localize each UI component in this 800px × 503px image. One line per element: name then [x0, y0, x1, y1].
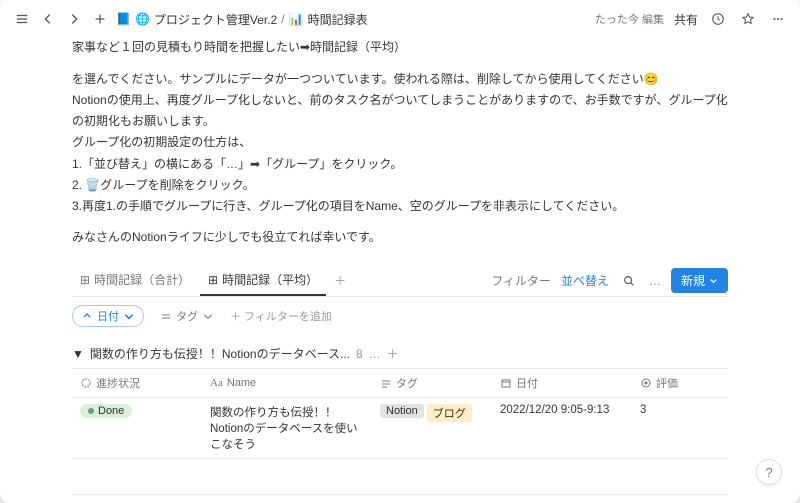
book-icon: 📘 [116, 12, 131, 26]
add-filter-button[interactable]: ＋ フィルターを追加 [230, 308, 332, 324]
help-button[interactable]: ? [756, 459, 782, 485]
col-rating[interactable]: 評価 [632, 369, 692, 397]
group-more-icon[interactable]: … [369, 347, 381, 361]
tab-total[interactable]: ⊞ 時間記録（合計） [72, 265, 198, 296]
forward-icon[interactable] [64, 9, 84, 29]
data-table: 進捗状況 AaName タグ 日付 評価 Done 関数の作り方も伝授！！Not… [72, 368, 728, 503]
add-view-button[interactable]: ＋ [328, 266, 352, 295]
cell-status[interactable]: Done [72, 398, 202, 458]
table-row[interactable]: Done 関数の作り方も伝授！！Notionのデータベースを使いこなそう Not… [72, 398, 728, 459]
col-date[interactable]: 日付 [492, 369, 632, 397]
body-p3: グループ化の初期設定の仕方は、 [72, 132, 728, 152]
body-p4: 1.「並び替え」の横にある「…」➡︎「グループ」をクリック。 [72, 154, 728, 174]
filters-row: 日付 タグ ＋ フィルターを追加 [72, 297, 728, 335]
star-icon[interactable] [738, 9, 758, 29]
body-p5: 2. 🗑️グループを削除をクリック。 [72, 175, 728, 195]
view-tabs: ⊞ 時間記録（合計） ⊞ 時間記録（平均） ＋ フィルター 並べ替え … 新規 [72, 265, 728, 297]
col-name[interactable]: AaName [202, 369, 372, 397]
body-p1: を選んでください。サンプルにデータが一つついています。使われる際は、削除してから… [72, 69, 728, 89]
menu-icon[interactable] [12, 9, 32, 29]
filter-tag-pill[interactable]: タグ [152, 306, 222, 326]
page-subtitle: 家事など１回の見積もり時間を把握したい➡︎時間記録（平均） [72, 38, 728, 55]
new-page-icon[interactable] [90, 9, 110, 29]
body-p6: 3.再度1.の手順でグループに行き、グループ化の項目をName、空のグループを非… [72, 196, 728, 216]
group-count: 8 [356, 347, 363, 361]
edit-status: たった今 編集 [595, 11, 664, 27]
breadcrumb-sep: / [281, 12, 284, 26]
cell-date[interactable]: 2022/12/20 9:05-9:13 [492, 398, 632, 458]
globe-icon: 🌐 [135, 12, 150, 26]
breadcrumb-seg2[interactable]: 時間記録表 [308, 11, 368, 28]
group-title: 関数の作り方も伝授！！Notionのデータベース... [90, 345, 350, 362]
body-p2: Notionの使用上、再度グループ化しないと、前のタスク名がついてしまうことがあ… [72, 90, 728, 131]
breadcrumb-seg1[interactable]: プロジェクト管理Ver.2 [154, 11, 277, 28]
more-icon[interactable] [768, 9, 788, 29]
body-p7: みなさんのNotionライフに少しでも役立てれば幸いです。 [72, 227, 728, 247]
table-row-empty[interactable] [72, 459, 728, 495]
filter-button[interactable]: フィルター [491, 272, 551, 289]
table-icon: ⊞ [80, 273, 90, 287]
search-icon[interactable] [619, 271, 639, 291]
cell-name[interactable]: 関数の作り方も伝授！！Notionのデータベースを使いこなそう [202, 398, 372, 458]
clock-icon[interactable] [708, 9, 728, 29]
more-options-icon[interactable]: … [649, 274, 661, 288]
table-icon: ⊞ [208, 273, 218, 287]
col-status[interactable]: 進捗状況 [72, 369, 202, 397]
cell-rating[interactable]: 3 [632, 398, 692, 458]
filter-date-pill[interactable]: 日付 [72, 305, 144, 327]
group-add-icon[interactable]: ＋ [387, 345, 399, 362]
share-button[interactable]: 共有 [674, 11, 698, 28]
cell-tag[interactable]: Notionブログ [372, 398, 492, 458]
topbar: 📘 🌐 プロジェクト管理Ver.2 / 📊 時間記録表 たった今 編集 共有 [0, 0, 800, 38]
new-button[interactable]: 新規 [671, 268, 728, 293]
tab-average[interactable]: ⊞ 時間記録（平均） [200, 265, 326, 296]
group-header[interactable]: ▼ 関数の作り方も伝授！！Notionのデータベース... 8 … ＋ [72, 335, 728, 368]
breadcrumb[interactable]: 📘 🌐 プロジェクト管理Ver.2 / 📊 時間記録表 [116, 11, 368, 28]
add-row-button[interactable]: ＋ 新規 [72, 495, 728, 503]
chart-icon: 📊 [289, 12, 304, 26]
tab-label: 時間記録（平均） [222, 271, 318, 288]
col-tag[interactable]: タグ [372, 369, 492, 397]
back-icon[interactable] [38, 9, 58, 29]
body-text: を選んでください。サンプルにデータが一つついています。使われる際は、削除してから… [72, 69, 728, 247]
group-toggle-icon[interactable]: ▼ [72, 347, 84, 361]
sort-button[interactable]: 並べ替え [561, 272, 609, 289]
tab-label: 時間記録（合計） [94, 271, 190, 288]
